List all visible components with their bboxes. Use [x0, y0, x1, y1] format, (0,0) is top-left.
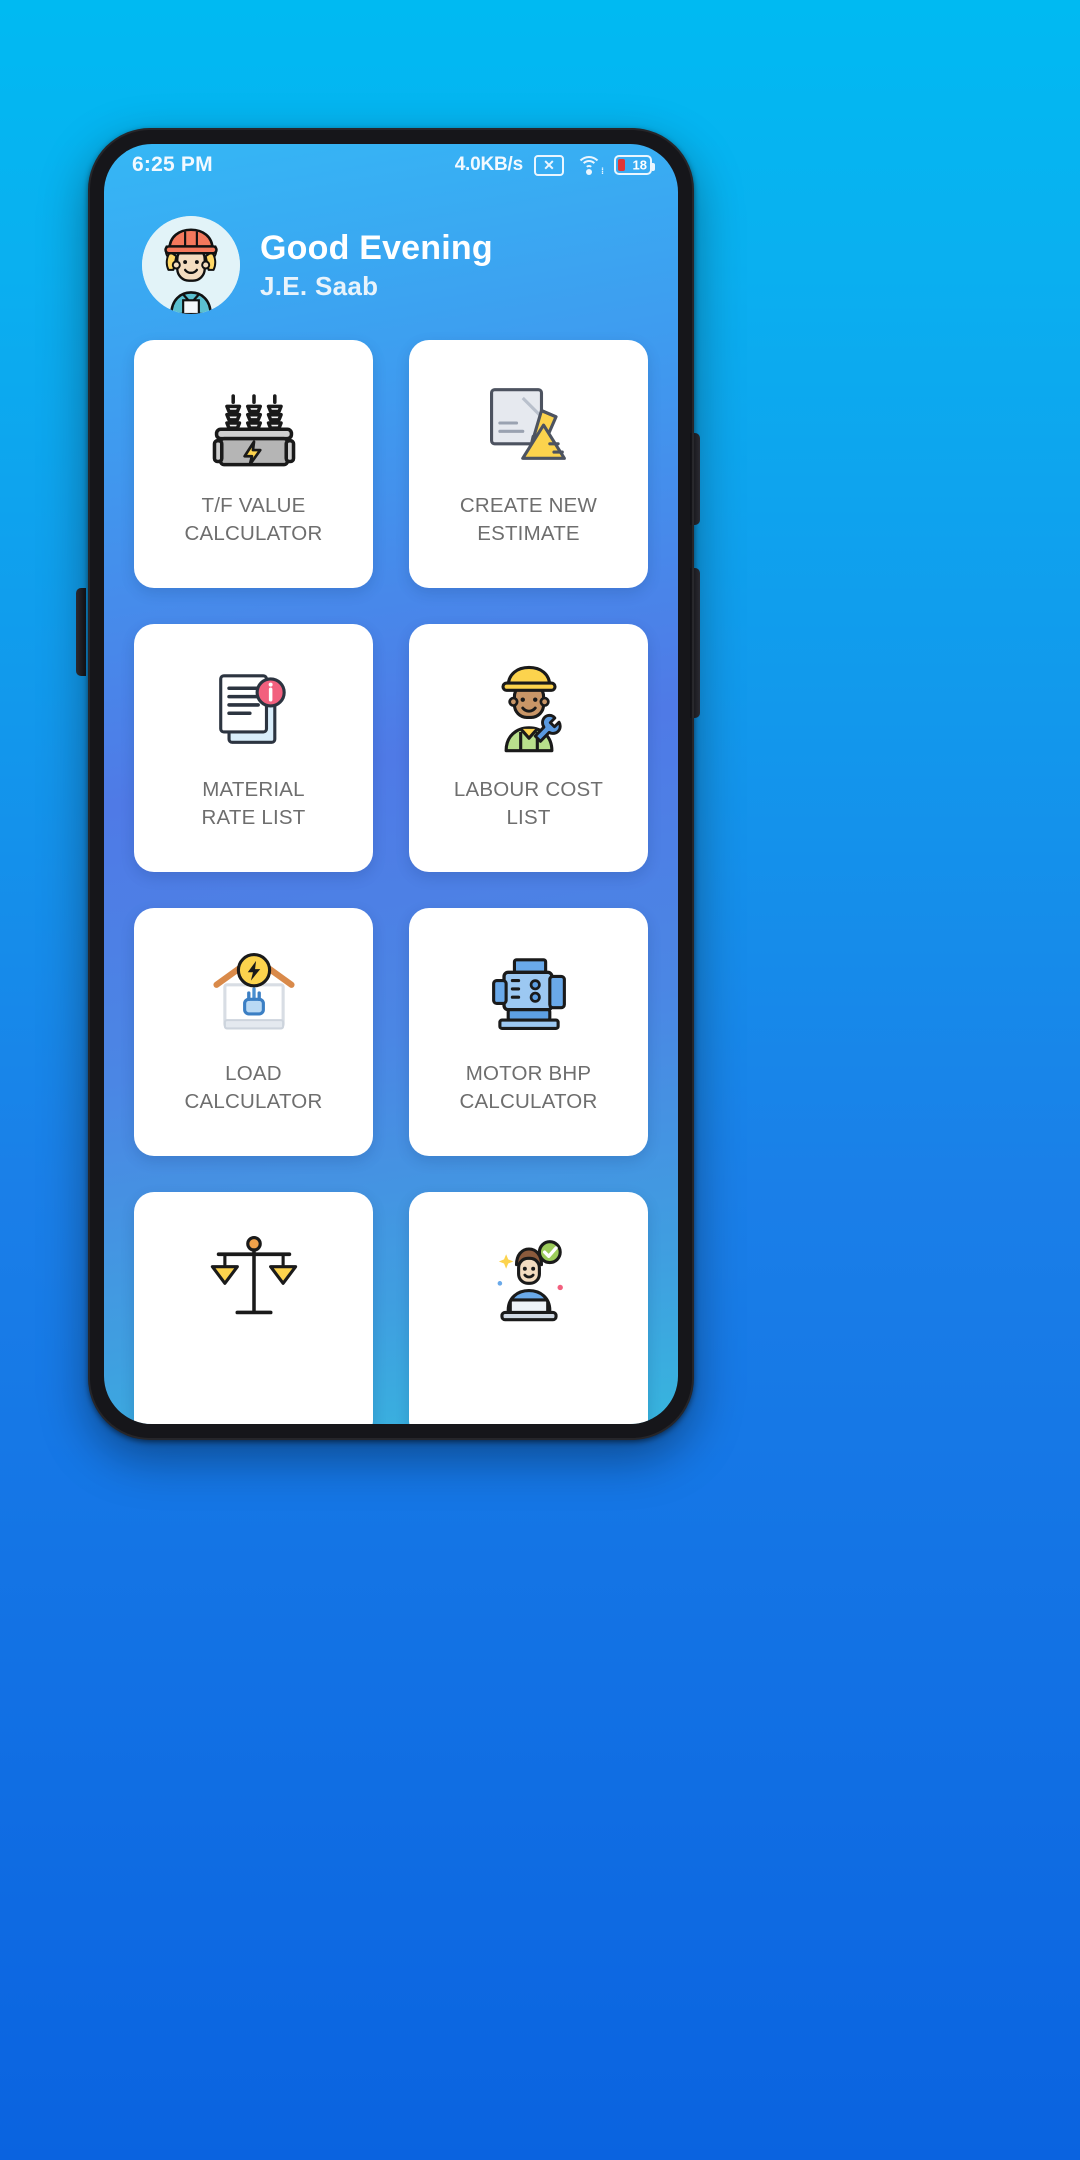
user-name: J.E. Saab	[260, 271, 379, 302]
card-label: T/F VALUE CALCULATOR	[184, 494, 323, 545]
battery-level-label: 18	[632, 157, 647, 173]
card-label: CREATE NEW ESTIMATE	[459, 494, 598, 545]
engineer-avatar[interactable]	[142, 216, 240, 314]
card-label: MATERIAL RATE LIST	[201, 778, 306, 829]
card-person-laptop[interactable]	[409, 1192, 648, 1424]
feature-grid: T/F VALUE CALCULATOR CREATE NEW ESTIMATE…	[104, 340, 678, 1424]
volume-button[interactable]	[690, 568, 700, 718]
worker-wrench-icon	[470, 648, 588, 766]
status-time: 6:25 PM	[132, 153, 213, 176]
card-load-calculator[interactable]: LOAD CALCULATOR	[134, 908, 373, 1156]
card-balance-scale[interactable]	[134, 1192, 373, 1424]
sim-x-glyph: ✕	[543, 157, 555, 173]
card-motor-bhp-calculator[interactable]: MOTOR BHP CALCULATOR	[409, 908, 648, 1156]
blueprint-pencil-icon	[470, 364, 588, 482]
card-label: MOTOR BHP CALCULATOR	[459, 1062, 598, 1113]
status-bar: 6:25 PM 4.0KB/s ✕ ⁞ 18	[104, 144, 678, 186]
greeting-message: Good Evening	[260, 229, 493, 268]
transformer-icon	[195, 364, 313, 482]
card-label: LOAD CALCULATOR	[184, 1062, 323, 1113]
network-speed-label: 4.0KB/s	[454, 154, 524, 175]
document-info-icon	[195, 648, 313, 766]
power-button[interactable]	[690, 433, 700, 525]
card-labour-cost-list[interactable]: LABOUR COST LIST	[409, 624, 648, 872]
card-label: LABOUR COST LIST	[453, 778, 604, 829]
sim-card-disabled-icon: ✕	[534, 154, 564, 176]
wifi-icon: ⁞	[575, 155, 604, 176]
battery-icon: 18	[614, 155, 655, 175]
card-create-new-estimate[interactable]: CREATE NEW ESTIMATE	[409, 340, 648, 588]
card-tf-value-calculator[interactable]: T/F VALUE CALCULATOR	[134, 340, 373, 588]
status-icons: 4.0KB/s ✕ ⁞ 18	[454, 154, 655, 176]
phone-screen: 6:25 PM 4.0KB/s ✕ ⁞ 18 Good Evening J.E.…	[104, 144, 678, 1424]
greeting-text: Good Evening J.E. Saab	[260, 227, 493, 303]
phone-frame: 6:25 PM 4.0KB/s ✕ ⁞ 18 Good Evening J.E.…	[76, 128, 700, 1440]
balance-scale-icon	[195, 1216, 313, 1334]
house-power-icon	[195, 932, 313, 1050]
card-material-rate-list[interactable]: MATERIAL RATE LIST	[134, 624, 373, 872]
greeting-header: Good Evening J.E. Saab	[104, 186, 678, 314]
side-button-left[interactable]	[76, 588, 86, 676]
electric-motor-icon	[470, 932, 588, 1050]
person-laptop-check-icon	[470, 1216, 588, 1334]
